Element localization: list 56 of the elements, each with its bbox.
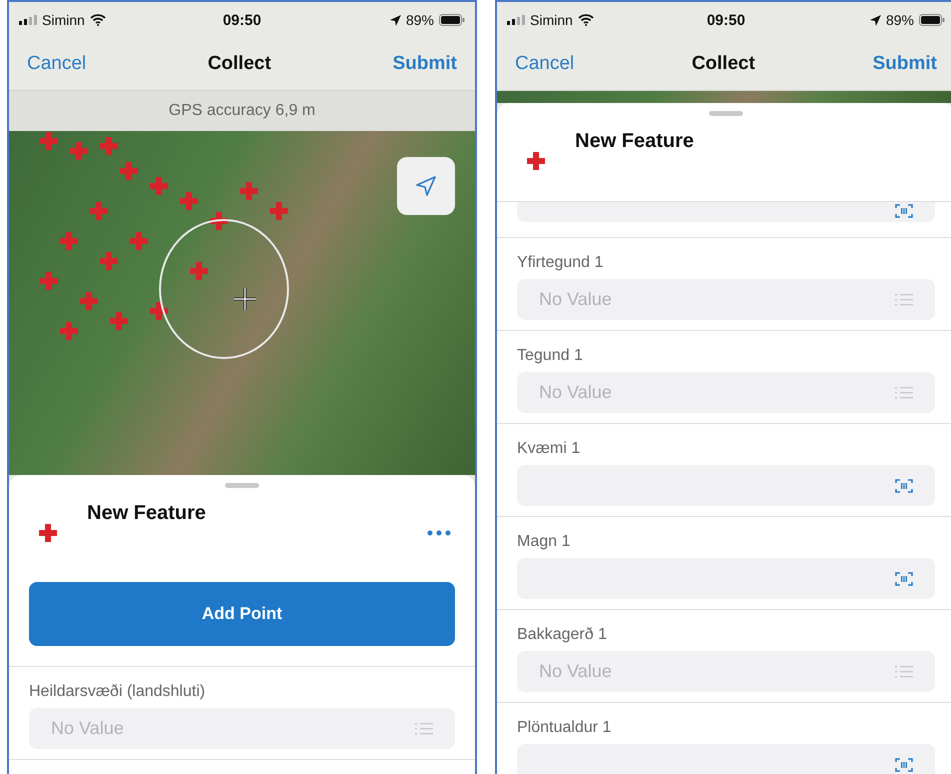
gps-accuracy-banner: GPS accuracy 6,9 m [9,91,475,131]
screen-title: Collect [208,53,272,75]
list-icon[interactable] [415,722,433,736]
screen-title: Collect [692,53,756,75]
input-field[interactable] [517,744,935,774]
carrier-name: Siminn [530,12,573,28]
drag-handle[interactable] [709,111,743,116]
drag-handle[interactable] [225,483,259,488]
submit-button[interactable]: Submit [392,53,457,75]
satellite-map[interactable] [9,131,475,475]
location-arrow-icon [390,14,401,26]
crosshair-icon [233,287,257,311]
input-field[interactable]: No Value [29,708,455,749]
feature-title: New Feature [87,502,206,525]
barcode-scan-icon[interactable] [895,570,913,586]
submit-button[interactable]: Submit [872,53,937,75]
battery-percent: 89% [886,12,914,28]
field-label: Plöntualdur 1 [517,718,612,738]
field-label: Kvæmi 1 [517,439,582,459]
list-icon[interactable] [895,664,913,678]
battery-icon [919,14,945,26]
input-field[interactable]: No Value [517,372,935,413]
navigation-arrow-icon [416,176,436,196]
list-icon[interactable] [895,292,913,306]
cancel-button[interactable]: Cancel [515,53,574,75]
battery-icon [439,14,465,26]
battery-percent: 89% [406,12,434,28]
input-field[interactable] [517,202,935,222]
field-label: Bakkagerð 1 [517,625,608,645]
feature-title: New Feature [575,130,694,153]
barcode-scan-icon[interactable] [895,478,913,494]
clock-time: 09:50 [706,12,746,28]
barcode-scan-icon[interactable] [895,203,913,219]
input-field[interactable]: No Value [517,651,935,692]
wifi-icon [90,14,106,26]
field-label: Tegund 1 [517,346,584,366]
field-label: Magn 1 [517,532,572,552]
barcode-scan-icon[interactable] [895,756,913,772]
input-field[interactable]: No Value [517,279,935,320]
more-options-icon[interactable] [427,530,451,536]
signal-icon [19,15,37,25]
signal-icon [507,15,525,25]
cross-icon [39,524,57,542]
locate-button[interactable] [397,157,455,215]
location-arrow-icon [870,14,881,26]
field-label: Heildarsvæði (landshluti) [29,682,206,702]
input-field[interactable] [517,558,935,599]
wifi-icon [578,14,594,26]
list-icon[interactable] [895,386,913,400]
cancel-button[interactable]: Cancel [27,53,86,75]
add-point-button[interactable]: Add Point [29,582,455,646]
field-label: Yfirtegund 1 [517,253,604,273]
carrier-name: Siminn [42,12,85,28]
input-field[interactable] [517,465,935,506]
cross-icon [527,152,545,170]
clock-time: 09:50 [222,12,262,28]
